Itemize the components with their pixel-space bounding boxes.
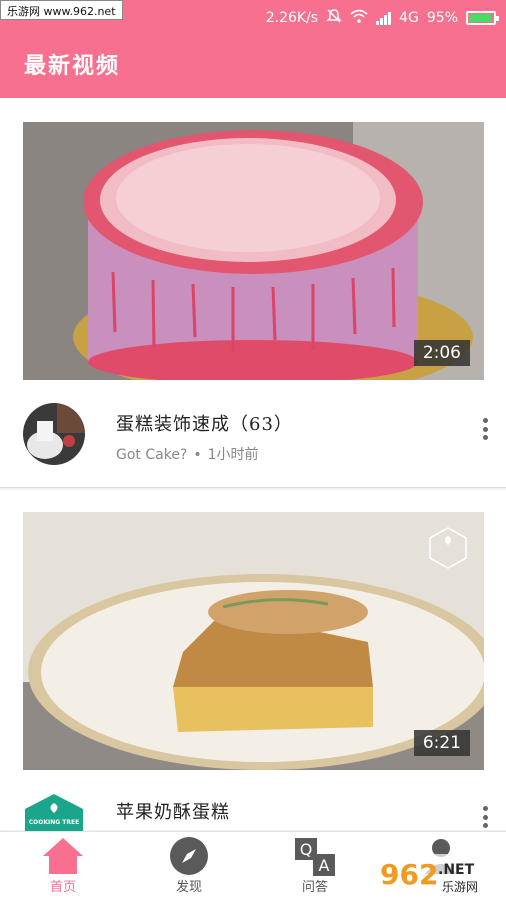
status-bar-right: 2.26K/s 4G 95%: [265, 8, 499, 28]
home-icon: [41, 836, 85, 880]
cooking-tree-logo: [426, 526, 470, 574]
svg-text:A: A: [319, 856, 330, 875]
site-watermark-logo: 962 .NET 乐游网: [372, 850, 502, 898]
signal-icon: [376, 11, 392, 25]
nav-label-discover: 发现: [175, 880, 202, 895]
more-options-icon[interactable]: [482, 806, 488, 828]
video-subtitle: Got Cake? • 1小时前: [116, 444, 259, 464]
channel-avatar[interactable]: [23, 403, 85, 465]
video-thumbnail[interactable]: 6:21: [23, 512, 484, 770]
video-meta: 蛋糕装饰速成（63） Got Cake? • 1小时前: [0, 394, 506, 474]
video-title[interactable]: 苹果奶酥蛋糕: [116, 798, 230, 824]
nav-label-home: 首页: [49, 880, 76, 895]
compass-icon: [169, 836, 209, 880]
video-duration: 2:06: [413, 340, 470, 366]
mute-icon: [326, 8, 342, 28]
video-duration: 6:21: [413, 730, 470, 756]
network-speed: 2.26K/s: [265, 10, 319, 26]
channel-logo-text: COOKING TREE: [28, 819, 80, 826]
separator-dot: •: [193, 447, 202, 463]
network-type: 4G: [399, 10, 419, 26]
app-root: 乐游网 www.962.net 15:05 2.26K/s 4G 95% 最新视…: [0, 0, 506, 900]
nav-label-qa: 问答: [301, 880, 328, 895]
more-options-icon[interactable]: [482, 418, 488, 440]
video-card[interactable]: 2:06 蛋糕装饰速成（63） Got Cake? • 1小时前: [0, 98, 506, 488]
nav-item-home[interactable]: 首页: [0, 832, 126, 900]
video-card[interactable]: 6:21 COOKING TREE 苹果奶酥蛋糕: [0, 490, 506, 853]
page-title: 最新视频: [24, 53, 121, 79]
battery-icon: [466, 11, 499, 25]
wifi-icon: [350, 9, 368, 27]
channel-name[interactable]: Got Cake?: [116, 447, 187, 463]
video-thumbnail[interactable]: 2:06: [23, 122, 484, 380]
video-time-ago: 1小时前: [207, 447, 259, 463]
site-watermark: 乐游网 www.962.net: [0, 0, 123, 20]
watermark-sub: 乐游网: [442, 880, 478, 894]
watermark-suffix: .NET: [438, 862, 475, 878]
svg-text:Q: Q: [300, 840, 313, 859]
nav-item-discover[interactable]: 发现: [126, 832, 252, 900]
battery-percent: 95%: [426, 10, 458, 26]
nav-item-qa[interactable]: QA 问答: [252, 832, 378, 900]
bottom-navigation: 首页 发现 QA 问答 962 .NET 乐游网: [0, 831, 506, 900]
watermark-number: 962: [380, 858, 438, 891]
video-title[interactable]: 蛋糕装饰速成（63）: [116, 410, 293, 436]
